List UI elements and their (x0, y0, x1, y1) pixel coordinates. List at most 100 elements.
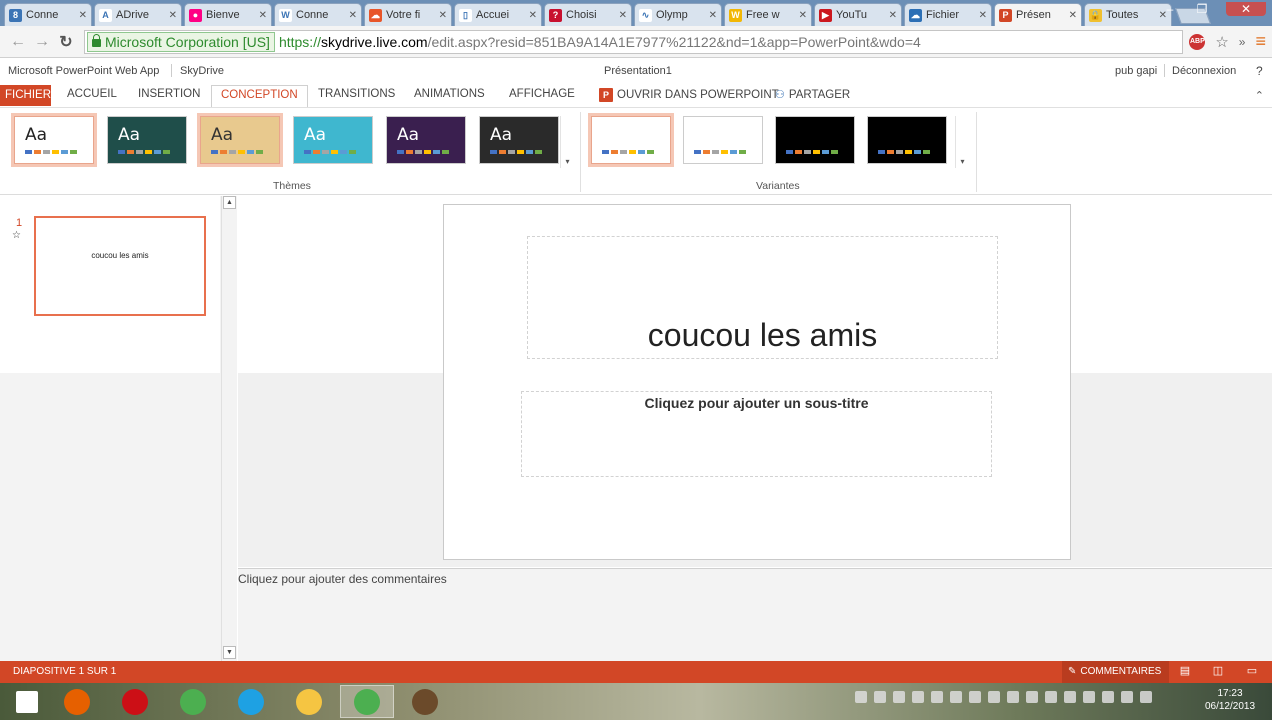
chrome-active-taskbar-button[interactable] (340, 685, 394, 718)
tab-design[interactable]: CONCEPTION (211, 85, 308, 108)
browser-tab[interactable]: 🔒 Toutes ✕ (1084, 3, 1172, 26)
tray-icon[interactable] (1064, 691, 1076, 703)
tab-close-icon[interactable]: ✕ (1069, 10, 1077, 21)
tray-icon[interactable] (1026, 691, 1038, 703)
logout-link[interactable]: Déconnexion (1172, 65, 1236, 77)
start-taskbar-button[interactable] (0, 685, 54, 718)
tray-icon[interactable] (1083, 691, 1095, 703)
forward-arrow-icon[interactable]: → (30, 33, 54, 51)
tab-close-icon[interactable]: ✕ (439, 10, 447, 21)
variants-more-icon[interactable]: ▾ (955, 116, 969, 168)
tab-close-icon[interactable]: ✕ (79, 10, 87, 21)
tab-close-icon[interactable]: ✕ (169, 10, 177, 21)
tray-icon[interactable] (969, 691, 981, 703)
scroll-up-icon[interactable]: ▲ (223, 196, 236, 209)
browser-tab[interactable]: ∿ Olymp ✕ (634, 3, 722, 26)
browser-tab[interactable]: ☁ Fichier ✕ (904, 3, 992, 26)
tray-icon[interactable] (1007, 691, 1019, 703)
theme-thumbnail[interactable]: Aa (11, 113, 97, 167)
tray-icon[interactable] (912, 691, 924, 703)
theme-thumbnail[interactable]: Aa (293, 116, 373, 164)
back-arrow-icon[interactable]: ← (6, 33, 30, 51)
bookmark-star-icon[interactable]: ☆ (1215, 33, 1228, 51)
adblock-icon[interactable]: ABP (1189, 33, 1206, 50)
tray-icon[interactable] (931, 691, 943, 703)
tray-icon[interactable] (988, 691, 1000, 703)
internet-explorer-taskbar-button[interactable] (224, 685, 278, 718)
scroll-down-icon[interactable]: ▼ (223, 646, 236, 659)
chrome-taskbar-button[interactable] (166, 685, 220, 718)
tray-icon[interactable] (1102, 691, 1114, 703)
ev-certificate-badge[interactable]: Microsoft Corporation [US] (87, 31, 275, 52)
minimize-icon[interactable]: – (1162, 2, 1178, 16)
media-app-taskbar-button[interactable] (398, 685, 452, 718)
tab-close-icon[interactable]: ✕ (529, 10, 537, 21)
title-placeholder[interactable]: coucou les amis (527, 236, 998, 359)
tab-transitions[interactable]: TRANSITIONS (318, 88, 395, 100)
theme-thumbnail[interactable]: Aa (197, 113, 283, 167)
browser-tab[interactable]: ▶ YouTu ✕ (814, 3, 902, 26)
open-in-powerpoint-button[interactable]: P OUVRIR DANS POWERPOINT (599, 88, 779, 102)
theme-thumbnail[interactable]: Aa (479, 116, 559, 164)
slide-thumbnail[interactable]: coucou les amis (34, 216, 206, 316)
tray-icon[interactable] (1045, 691, 1057, 703)
theme-thumbnail[interactable]: Aa (386, 116, 466, 164)
menu-icon[interactable]: ≡ (1255, 31, 1266, 52)
variant-thumbnail[interactable] (683, 116, 763, 164)
comments-button[interactable]: ✎ COMMENTAIRES (1062, 661, 1170, 683)
tray-icon[interactable] (950, 691, 962, 703)
variant-thumbnail[interactable] (775, 116, 855, 164)
tab-close-icon[interactable]: ✕ (979, 10, 987, 21)
tab-close-icon[interactable]: ✕ (889, 10, 897, 21)
network-icon[interactable] (1140, 691, 1152, 703)
browser-tab[interactable]: W Free w ✕ (724, 3, 812, 26)
tray-icon[interactable] (874, 691, 886, 703)
firefox-taskbar-button[interactable] (50, 685, 104, 718)
browser-tab[interactable]: ● Bienve ✕ (184, 3, 272, 26)
user-name[interactable]: pub gapi (1115, 65, 1157, 77)
tray-icon[interactable] (855, 691, 867, 703)
reload-icon[interactable]: ↻ (54, 32, 78, 52)
opera-taskbar-button[interactable] (108, 685, 162, 718)
normal-view-icon[interactable]: ▤ (1178, 664, 1192, 678)
slides-pane-scrollbar[interactable]: ▲ ▼ (221, 196, 237, 661)
tab-file[interactable]: FICHIER (0, 85, 51, 106)
notes-pane[interactable]: Cliquez pour ajouter des commentaires (238, 568, 1272, 661)
tab-view[interactable]: AFFICHAGE (509, 88, 575, 100)
collapse-ribbon-icon[interactable]: ⌃ (1255, 89, 1264, 102)
tab-close-icon[interactable]: ✕ (619, 10, 627, 21)
subtitle-placeholder[interactable]: Cliquez pour ajouter un sous-titre (521, 391, 992, 477)
tab-close-icon[interactable]: ✕ (349, 10, 357, 21)
tab-animations[interactable]: ANIMATIONS (414, 88, 485, 100)
reading-view-icon[interactable]: ◫ (1211, 664, 1225, 678)
file-explorer-taskbar-button[interactable] (282, 685, 336, 718)
browser-tab[interactable]: 8 Conne ✕ (4, 3, 92, 26)
slide-canvas[interactable]: coucou les amis Cliquez pour ajouter un … (443, 204, 1071, 560)
browser-tab[interactable]: ☁ Votre fi ✕ (364, 3, 452, 26)
slideshow-icon[interactable]: ▭ (1245, 664, 1259, 678)
browser-tab[interactable]: ▯ Accuei ✕ (454, 3, 542, 26)
extensions-chevron-icon[interactable]: » (1239, 35, 1246, 49)
volume-icon[interactable] (1121, 691, 1133, 703)
tab-close-icon[interactable]: ✕ (709, 10, 717, 21)
tray-icon[interactable] (893, 691, 905, 703)
system-clock[interactable]: 17:23 06/12/2013 (1198, 687, 1262, 713)
themes-more-icon[interactable]: ▾ (560, 116, 574, 168)
address-bar[interactable]: Microsoft Corporation [US] https://skydr… (84, 29, 1184, 54)
browser-tab[interactable]: P Présen ✕ (994, 3, 1082, 26)
restore-icon[interactable]: ❐ (1194, 2, 1210, 16)
share-button[interactable]: ⚇ PARTAGER (775, 88, 850, 102)
tab-close-icon[interactable]: ✕ (259, 10, 267, 21)
tab-home[interactable]: ACCUEIL (67, 88, 117, 100)
theme-thumbnail[interactable]: Aa (107, 116, 187, 164)
browser-tab[interactable]: ? Choisi ✕ (544, 3, 632, 26)
close-window-icon[interactable]: ✕ (1226, 2, 1266, 16)
variant-thumbnail[interactable] (867, 116, 947, 164)
document-title[interactable]: Présentation1 (604, 65, 672, 77)
skydrive-link[interactable]: SkyDrive (180, 65, 224, 77)
tab-insert[interactable]: INSERTION (138, 88, 200, 100)
browser-tab[interactable]: W Conne ✕ (274, 3, 362, 26)
help-icon[interactable]: ? (1256, 64, 1263, 78)
variant-thumbnail[interactable] (588, 113, 674, 167)
browser-tab[interactable]: A ADrive ✕ (94, 3, 182, 26)
